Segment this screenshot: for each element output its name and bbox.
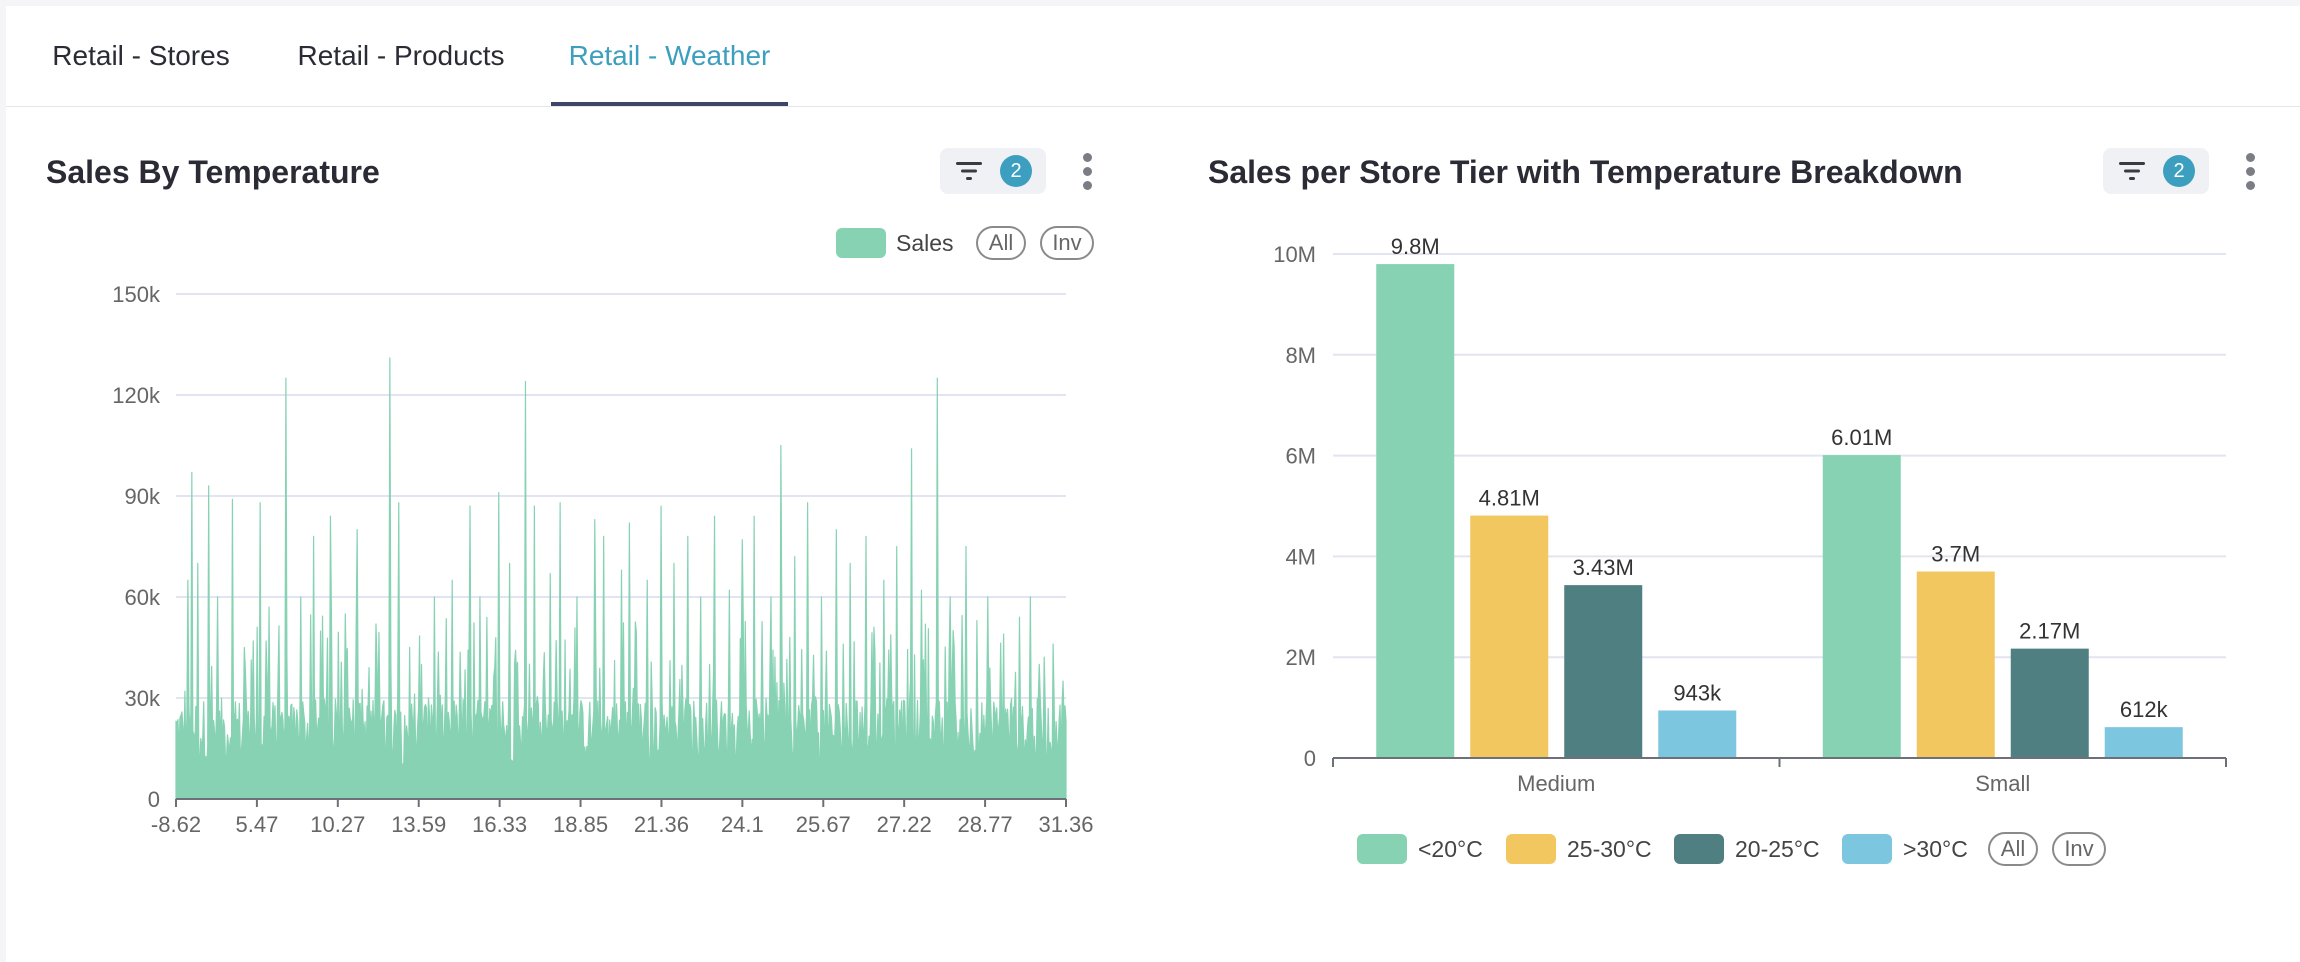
legend-item-lt20[interactable]: <20°C: [1357, 834, 1497, 864]
x-tick-label: Small: [1975, 771, 2030, 796]
y-tick-label: 2M: [1285, 645, 1316, 670]
sales-area-series: [175, 357, 1067, 800]
y-tick-label: 120k: [112, 383, 161, 408]
y-tick-label: 60k: [125, 585, 161, 610]
legend-item-gt30[interactable]: >30°C: [1842, 834, 1982, 864]
y-tick-label: 4M: [1285, 544, 1316, 569]
bar-data-label: 612k: [2120, 697, 2169, 722]
x-tick-label: 31.36: [1038, 812, 1093, 837]
bar-data-label: 943k: [1673, 680, 1722, 705]
bar-medium-1: [1470, 515, 1549, 758]
y-tick-label: 0: [148, 787, 160, 812]
legend-label: >30°C: [1903, 836, 1968, 862]
x-tick-label: 10.27: [310, 812, 365, 837]
legend-item-20-25[interactable]: 20-25°C: [1674, 834, 1834, 864]
y-tick-label: 10M: [1273, 242, 1316, 267]
bar-data-label: 4.81M: [1479, 486, 1540, 511]
x-tick-label: 24.1: [721, 812, 764, 837]
bar-small-1: [1916, 571, 1995, 758]
y-tick-label: 0: [1304, 746, 1316, 771]
sales-per-store-tier-chart: 0 2M 4M 6M 8M 10M 9.8M 4.81M 3.43M 943k Medium 6.01…: [1273, 234, 2227, 796]
dashboard-panel: Retail - Stores Retail - Products Retail…: [6, 6, 2300, 962]
bar-data-label: 2.17M: [2019, 619, 2080, 644]
legend-invert-button[interactable]: Inv: [2052, 832, 2106, 866]
bar-medium-0: [1376, 264, 1455, 758]
x-tick-label: 27.22: [877, 812, 932, 837]
legend-swatch: [1506, 834, 1556, 864]
legend-swatch: [1674, 834, 1724, 864]
legend-label: 20-25°C: [1735, 836, 1820, 862]
bar-data-label: 6.01M: [1831, 425, 1892, 450]
x-tick-label: 18.85: [553, 812, 608, 837]
y-tick-label: 30k: [125, 686, 161, 711]
y-tick-label: 8M: [1285, 343, 1316, 368]
legend-swatch: [1842, 834, 1892, 864]
sales-by-temperature-chart: 0 30k 60k 90k 120k 150k -8.62 5.47 10.27 13.59 16.…: [112, 282, 1093, 837]
legend-label: <20°C: [1418, 836, 1483, 862]
x-tick-label: 25.67: [796, 812, 851, 837]
bar-small-0: [1822, 455, 1901, 758]
bar-small-2: [2010, 648, 2089, 758]
y-tick-label: 90k: [125, 484, 161, 509]
x-tick-label: Medium: [1517, 771, 1595, 796]
legend-item-25-30[interactable]: 25-30°C: [1506, 834, 1666, 864]
x-tick-label: 13.59: [391, 812, 446, 837]
bar-data-label: 9.8M: [1391, 234, 1440, 259]
bar-medium-3: [1658, 710, 1737, 758]
bar-small-3: [2104, 727, 2183, 758]
x-tick-label: 5.47: [235, 812, 278, 837]
x-tick-label: 28.77: [958, 812, 1013, 837]
x-tick-label: 16.33: [472, 812, 527, 837]
bar-data-label: 3.43M: [1573, 555, 1634, 580]
y-tick-label: 150k: [112, 282, 161, 307]
bar-data-label: 3.7M: [1931, 542, 1980, 567]
x-tick-label: 21.36: [634, 812, 689, 837]
y-tick-label: 6M: [1285, 444, 1316, 469]
bar-medium-2: [1564, 585, 1643, 758]
legend-swatch: [1357, 834, 1407, 864]
legend-label: 25-30°C: [1567, 836, 1652, 862]
x-tick-label: -8.62: [151, 812, 201, 837]
legend-all-button[interactable]: All: [1988, 832, 2038, 866]
